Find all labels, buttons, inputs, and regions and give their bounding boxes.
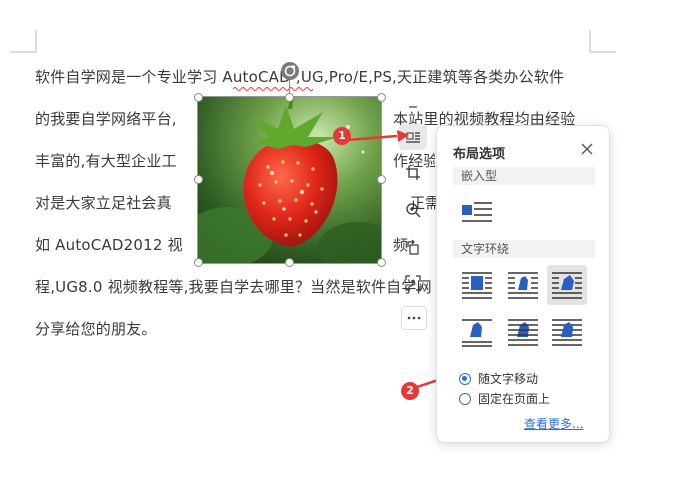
section-text-wrap: 文字环绕 bbox=[453, 240, 595, 258]
wrap-option-in-front-of-text[interactable] bbox=[547, 312, 587, 352]
rotate-image-button[interactable] bbox=[399, 234, 427, 260]
spellcheck-underline bbox=[233, 87, 313, 91]
document-line-7: 分享给您的朋友。 bbox=[35, 320, 157, 338]
panel-title: 布局选项 bbox=[453, 147, 506, 162]
scan-icon bbox=[405, 275, 421, 291]
resize-handle-top[interactable] bbox=[285, 93, 294, 102]
page-corner-top-left bbox=[10, 30, 37, 53]
resize-handle-bottom-right[interactable] bbox=[377, 258, 386, 267]
annotation-badge-2: 2 bbox=[401, 382, 419, 400]
see-more-link[interactable]: 查看更多... bbox=[524, 415, 583, 432]
layout-options-panel: 布局选项 嵌入型 文字环绕 随文字移动 固定在页面上 查看更多... bbox=[436, 125, 610, 443]
page-corner-top-right bbox=[589, 30, 616, 53]
rotate-icon bbox=[284, 64, 296, 77]
document-line-5: 如 AutoCAD2012 视 bbox=[35, 236, 183, 254]
document-line-3: 丰富的,有大型企业工 bbox=[35, 152, 177, 170]
zoom-button[interactable] bbox=[399, 197, 427, 223]
extract-text-button[interactable] bbox=[399, 270, 427, 296]
resize-handle-top-left[interactable] bbox=[194, 93, 203, 102]
annotation-arrow-1 bbox=[346, 130, 409, 142]
collapse-toolbar-button[interactable] bbox=[399, 94, 427, 120]
close-icon[interactable] bbox=[579, 141, 595, 157]
square-wrap-icon bbox=[462, 272, 492, 299]
minus-icon bbox=[409, 106, 417, 108]
wrap-option-inline[interactable] bbox=[457, 192, 497, 232]
radio-fixed-on-page[interactable]: 固定在页面上 bbox=[459, 390, 550, 407]
rotate-page-icon bbox=[407, 239, 419, 255]
radio-button[interactable] bbox=[459, 392, 471, 405]
rotate-handle[interactable] bbox=[281, 62, 299, 80]
document-line-1: 软件自学网是一个专业学习 AutoCAD ,UG,Pro/E,PS,天正建筑等各… bbox=[35, 68, 565, 86]
wrap-option-tight[interactable] bbox=[503, 265, 543, 305]
wrap-option-through[interactable] bbox=[547, 265, 587, 305]
radio-move-with-text[interactable]: 随文字移动 bbox=[459, 370, 538, 387]
crop-button[interactable] bbox=[399, 160, 427, 186]
wrap-option-square[interactable] bbox=[457, 265, 497, 305]
in-front-of-text-icon bbox=[552, 319, 582, 346]
more-options-button[interactable] bbox=[401, 306, 427, 330]
resize-handle-left[interactable] bbox=[194, 175, 203, 184]
resize-handle-top-right[interactable] bbox=[377, 93, 386, 102]
section-inline: 嵌入型 bbox=[453, 167, 595, 185]
tight-wrap-icon bbox=[508, 272, 538, 299]
document-line-2: 的我要自学网络平台, bbox=[35, 110, 177, 128]
resize-handle-bottom-left[interactable] bbox=[194, 258, 203, 267]
wrap-option-behind-text[interactable] bbox=[503, 312, 543, 352]
radio-fixed-on-page-label: 固定在页面上 bbox=[478, 392, 551, 406]
behind-text-icon bbox=[508, 319, 538, 346]
resize-handle-bottom[interactable] bbox=[285, 258, 294, 267]
radio-button-selected[interactable] bbox=[459, 372, 471, 385]
wrap-option-top-bottom[interactable] bbox=[457, 312, 497, 352]
crop-icon bbox=[406, 166, 420, 180]
more-dots-icon bbox=[407, 316, 421, 320]
strawberry-picture bbox=[183, 94, 398, 272]
zoom-in-icon bbox=[406, 203, 421, 218]
through-wrap-icon bbox=[552, 272, 582, 299]
document-line-6: 程,UG8.0 视频教程等,我要自学去哪里？当然是软件自学网 bbox=[35, 278, 432, 296]
annotation-badge-1: 1 bbox=[333, 127, 351, 145]
top-bottom-wrap-icon bbox=[462, 319, 492, 347]
radio-move-with-text-label: 随文字移动 bbox=[478, 372, 539, 386]
strawberry-image[interactable] bbox=[183, 94, 398, 272]
resize-handle-right[interactable] bbox=[377, 175, 386, 184]
document-line-4: 对是大家立足社会真 bbox=[35, 194, 172, 212]
inline-wrap-icon bbox=[462, 202, 492, 222]
